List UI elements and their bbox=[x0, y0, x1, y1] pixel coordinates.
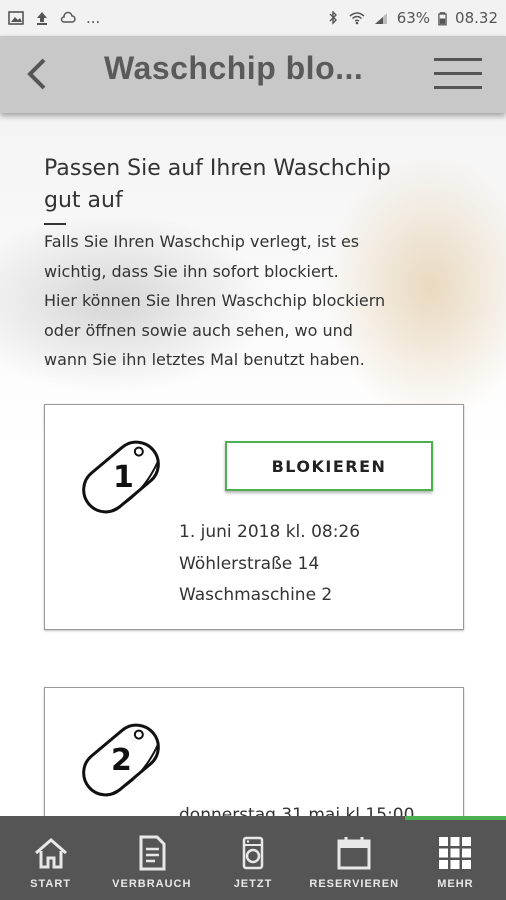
clock: 08.32 bbox=[455, 9, 498, 27]
last-usage-machine: Waschmaschine 2 bbox=[179, 585, 333, 605]
status-more: ... bbox=[86, 9, 101, 27]
hamburger-menu-button[interactable] bbox=[434, 58, 482, 94]
chip-key-icon: 2 bbox=[82, 723, 160, 797]
bottom-navigation: START VERBRAUCH JETZT RESERVIEREN MEHR bbox=[0, 816, 506, 900]
nav-label: VERBRAUCH bbox=[112, 878, 192, 890]
intro-text: Falls Sie Ihren Waschchip verlegt, ist e… bbox=[44, 227, 484, 375]
chip-number: 2 bbox=[111, 743, 132, 778]
intro-text-line: wichtig, dass Sie ihn sofort blockiert. bbox=[44, 261, 339, 281]
chevron-left-icon bbox=[27, 58, 46, 90]
signal-icon bbox=[374, 13, 387, 24]
active-tab-indicator bbox=[405, 816, 506, 820]
cloud-icon bbox=[60, 11, 76, 23]
last-usage-date: donnerstag 31 mai kl 15:00 bbox=[179, 805, 415, 816]
intro-heading-line: Passen Sie auf Ihren Waschchip bbox=[44, 156, 391, 181]
intro-text-line: Hier können Sie Ihren Waschchip blockier… bbox=[44, 291, 386, 310]
chip-key-icon: 1 bbox=[82, 440, 160, 514]
nav-label: RESERVIEREN bbox=[309, 878, 400, 890]
nav-item-mehr[interactable]: MEHR bbox=[405, 816, 506, 900]
menu-line bbox=[434, 86, 482, 89]
battery-level: 63% bbox=[396, 9, 431, 27]
intro-text-line: wann Sie ihn letztes Mal benutzt haben. bbox=[44, 350, 365, 369]
intro-text-line: oder öffnen sowie auch sehen, wo und bbox=[44, 320, 353, 340]
battery-icon bbox=[438, 11, 447, 25]
last-usage-date: 1. juni 2018 kl. 08:26 bbox=[179, 522, 361, 542]
intro-text-line: Falls Sie Ihren Waschchip verlegt, ist e… bbox=[44, 232, 360, 251]
nav-item-jetzt[interactable]: JETZT bbox=[202, 816, 303, 900]
app-bar: Waschchip blo... bbox=[0, 36, 506, 113]
home-icon bbox=[34, 838, 67, 869]
nav-label: START bbox=[30, 878, 72, 890]
upload-icon bbox=[37, 12, 47, 25]
nav-label: MEHR bbox=[437, 878, 474, 890]
main-content[interactable]: Passen Sie auf Ihren Waschchip gut auf F… bbox=[0, 113, 506, 816]
wifi-icon bbox=[349, 12, 365, 25]
last-usage-address: Wöhlerstraße 14 bbox=[179, 553, 320, 574]
bluetooth-icon bbox=[329, 11, 337, 25]
menu-line bbox=[434, 58, 482, 61]
block-chip-button[interactable]: BLOKIEREN bbox=[225, 441, 433, 491]
intro-heading-line: gut auf bbox=[44, 188, 123, 213]
nav-item-verbrauch[interactable]: VERBRAUCH bbox=[101, 816, 202, 900]
last-usage: donnerstag 31 mai kl 15:00 bbox=[179, 800, 414, 816]
washing-machine-icon bbox=[242, 836, 264, 870]
image-icon bbox=[8, 11, 24, 25]
last-usage: 1. juni 2018 kl. 08:26 Wöhlerstraße 14 W… bbox=[179, 517, 360, 612]
nav-item-reservieren[interactable]: RESERVIEREN bbox=[304, 816, 405, 900]
page-title: Waschchip blo... bbox=[104, 50, 364, 86]
nav-item-start[interactable]: START bbox=[0, 816, 101, 900]
document-icon bbox=[139, 835, 166, 871]
nav-label: JETZT bbox=[233, 878, 273, 890]
grid-icon bbox=[439, 837, 472, 869]
heading-underline bbox=[44, 223, 66, 225]
chip-number: 1 bbox=[113, 460, 134, 495]
status-bar: ... 63% 08.32 bbox=[0, 0, 506, 36]
chip-card: 1 BLOKIEREN 1. juni 2018 kl. 08:26 Wöhle… bbox=[44, 404, 464, 630]
intro-heading: Passen Sie auf Ihren Waschchip gut auf bbox=[44, 153, 474, 217]
menu-line bbox=[434, 72, 482, 75]
chip-card: 2 donnerstag 31 mai kl 15:00 bbox=[44, 687, 464, 816]
back-button[interactable] bbox=[20, 56, 56, 92]
calendar-icon bbox=[337, 837, 371, 870]
